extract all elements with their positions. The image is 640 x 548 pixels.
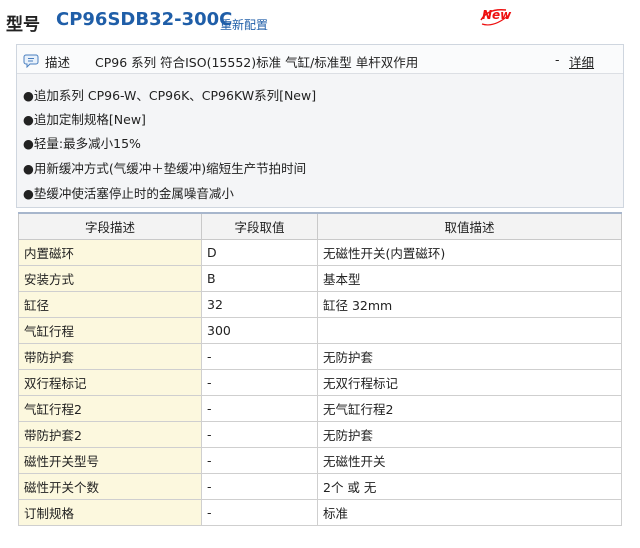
field-value-cell: - [201, 395, 318, 422]
table-row: 磁性开关型号 - 无磁性开关 [18, 447, 622, 474]
table-row: 气缸行程 300 [18, 317, 622, 344]
feature-item: ●追加定制规格[New] [23, 112, 146, 127]
value-description-cell: 2个 或 无 [317, 473, 622, 500]
value-description-cell: 无磁性开关(内置磁环) [317, 239, 622, 266]
description-row: 描述 CP96 系列 符合ISO(15552)标准 气缸/标准型 单杆双作用 -… [17, 45, 623, 74]
column-header-field-description: 字段描述 [18, 212, 202, 240]
field-value-cell: D [201, 239, 318, 266]
detail-link[interactable]: 详细 [569, 52, 594, 71]
field-value-cell: - [201, 369, 318, 396]
table-row: 内置磁环 D 无磁性开关(内置磁环) [18, 239, 622, 266]
value-description-cell [317, 317, 622, 344]
field-name-cell: 内置磁环 [18, 239, 202, 266]
spec-table: 字段描述 字段取值 取值描述 内置磁环 D 无磁性开关(内置磁环) 安装方式 B 基本型缸… [18, 212, 622, 526]
value-description-cell: 无气缸行程2 [317, 395, 622, 422]
value-description-cell: 无磁性开关 [317, 447, 622, 474]
field-value-cell: 300 [201, 317, 318, 344]
field-value-cell: - [201, 447, 318, 474]
field-name-cell: 安装方式 [18, 265, 202, 292]
feature-item: ●垫缓冲使活塞停止时的金属噪音减小 [23, 186, 234, 201]
field-name-cell: 磁性开关个数 [18, 473, 202, 500]
value-description-cell: 无防护套 [317, 343, 622, 370]
field-name-cell: 带防护套 [18, 343, 202, 370]
table-row: 气缸行程2- 无气缸行程2 [18, 395, 622, 422]
value-description-cell: 无防护套 [317, 421, 622, 448]
column-header-field-value: 字段取值 [201, 212, 318, 240]
description-text: CP96 系列 符合ISO(15552)标准 气缸/标准型 单杆双作用 [95, 55, 419, 70]
model-title-label: 型号 [6, 15, 40, 35]
table-row: 带防护套2- 无防护套 [18, 421, 622, 448]
field-value-cell: B [201, 265, 318, 292]
table-row: 双行程标记 - 无双行程标记 [18, 369, 622, 396]
value-description-cell: 缸径 32mm [317, 291, 622, 318]
description-panel: 描述 CP96 系列 符合ISO(15552)标准 气缸/标准型 单杆双作用 -… [16, 44, 624, 208]
description-label: 描述 [45, 55, 71, 70]
detail-dash: - [555, 52, 560, 67]
value-description-cell: 标准 [317, 499, 622, 526]
value-description-cell: 无双行程标记 [317, 369, 622, 396]
field-name-cell: 缸径 [18, 291, 202, 318]
header: 型号 CP96SDB32-300C 重新配置 New [0, 0, 640, 40]
table-header-row: 字段描述 字段取值 取值描述 [18, 212, 622, 240]
table-row: 订制规格 - 标准 [18, 499, 622, 526]
table-row: 带防护套 - 无防护套 [18, 343, 622, 370]
field-name-cell: 带防护套2 [18, 421, 202, 448]
field-value-cell: - [201, 473, 318, 500]
field-name-cell: 订制规格 [18, 499, 202, 526]
field-value-cell: - [201, 343, 318, 370]
table-row: 安装方式 B 基本型 [18, 265, 622, 292]
field-name-cell: 气缸行程 [18, 317, 202, 344]
field-value-cell: - [201, 421, 318, 448]
feature-item: ●轻量:最多减小15% [23, 136, 141, 151]
field-value-cell: 32 [201, 291, 318, 318]
speech-bubble-icon [23, 54, 39, 68]
column-header-value-description: 取值描述 [317, 212, 622, 240]
table-row: 磁性开关个数 -2个 或 无 [18, 473, 622, 500]
feature-item: ●追加系列 CP96-W、CP96K、CP96KW系列[New] [23, 88, 317, 103]
spec-table-body: 内置磁环 D 无磁性开关(内置磁环) 安装方式 B 基本型 缸径 32 缸径 32mm 气缸行程 3… [18, 239, 622, 526]
feature-item: ●用新缓冲方式(气缓冲＋垫缓冲)缩短生产节拍时间 [23, 161, 307, 176]
new-badge-text: New [482, 8, 512, 22]
reconfigure-link[interactable]: 重新配置 [220, 16, 268, 33]
model-number: CP96SDB32-300C [56, 9, 233, 30]
field-value-cell: - [201, 499, 318, 526]
table-row: 缸径 32 缸径 32mm [18, 291, 622, 318]
new-badge: New [478, 6, 512, 28]
field-name-cell: 双行程标记 [18, 369, 202, 396]
value-description-cell: 基本型 [317, 265, 622, 292]
field-name-cell: 气缸行程2 [18, 395, 202, 422]
field-name-cell: 磁性开关型号 [18, 447, 202, 474]
